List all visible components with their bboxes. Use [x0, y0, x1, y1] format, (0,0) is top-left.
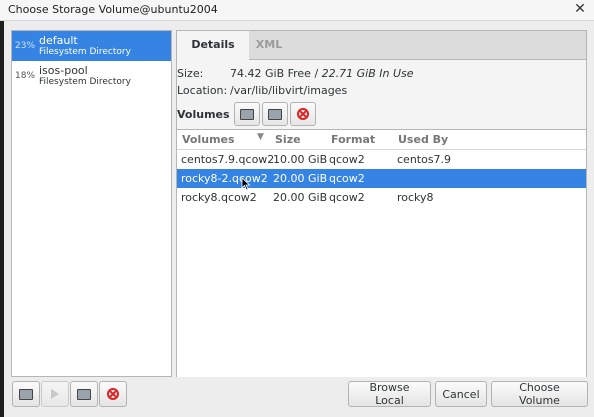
column-header-volumes[interactable]: Volumes [182, 133, 235, 146]
table-row[interactable]: rocky8.qcow2 20.00 GiB qcow2 rocky8 [177, 188, 586, 207]
tab-bar: Details XML [177, 31, 586, 60]
volume-format: qcow2 [329, 153, 365, 166]
pool-usage-percent: 23% [15, 41, 36, 51]
column-header-used-by[interactable]: Used By [398, 133, 448, 146]
volume-size: 10.00 GiB [273, 153, 328, 166]
delete-pool-icon [107, 388, 119, 400]
size-separator: / [310, 67, 322, 80]
window-title: Choose Storage Volume@ubuntu2004 [8, 3, 218, 16]
details-notebook: Details XML Size: 74.42 GiB Free / 22.71… [176, 30, 587, 377]
pool-name: default [39, 34, 78, 47]
volumes-label: Volumes [177, 108, 230, 121]
volume-format: qcow2 [329, 172, 365, 185]
in-use-space: 22.71 GiB In Use [321, 67, 414, 80]
location-label: Location: [177, 84, 228, 97]
delete-icon [297, 108, 309, 120]
window-edge [0, 21, 4, 417]
new-volume-icon [240, 108, 254, 120]
volume-name: centos7.9.qcow2 [181, 153, 275, 166]
new-volume-button[interactable] [234, 102, 260, 126]
pool-type: Filesystem Directory [39, 47, 131, 57]
refresh-volumes-button[interactable] [262, 102, 288, 126]
free-space: 74.42 GiB Free [230, 67, 311, 80]
stop-pool-icon [77, 388, 91, 400]
pool-item-isos-pool[interactable]: 18% isos-pool Filesystem Directory [12, 61, 171, 91]
table-row[interactable]: rocky8-2.qcow2 20.00 GiB qcow2 [177, 169, 586, 188]
delete-volume-button[interactable] [290, 102, 316, 126]
browse-local-button[interactable]: Browse Local [348, 381, 431, 407]
start-pool-icon [51, 389, 59, 399]
title-bar: Choose Storage Volume@ubuntu2004 ✕ [0, 0, 594, 21]
cancel-button[interactable]: Cancel [435, 381, 487, 407]
pool-usage-percent: 18% [15, 71, 36, 81]
close-icon[interactable]: ✕ [572, 1, 588, 17]
add-pool-button[interactable] [12, 381, 40, 407]
volume-table: Volumes ▼ Size Format Used By centos7.9.… [177, 129, 586, 377]
volume-used-by: rocky8 [397, 191, 434, 204]
tab-xml[interactable]: XML [249, 31, 289, 59]
pool-name: isos-pool [39, 64, 88, 77]
table-header: Volumes ▼ Size Format Used By [177, 130, 586, 150]
volume-used-by: centos7.9 [397, 153, 452, 166]
volume-size: 20.00 GiB [273, 191, 328, 204]
volume-size: 20.00 GiB [273, 172, 328, 185]
choose-volume-button[interactable]: Choose Volume [491, 381, 588, 407]
stop-pool-button[interactable] [70, 381, 98, 407]
pool-item-default[interactable]: 23% default Filesystem Directory [12, 31, 171, 61]
size-label: Size: [177, 67, 204, 80]
delete-pool-button[interactable] [99, 381, 127, 407]
column-header-format[interactable]: Format [331, 133, 375, 146]
refresh-icon [268, 108, 282, 120]
pool-type: Filesystem Directory [39, 77, 131, 87]
volume-name: rocky8-2.qcow2 [181, 172, 268, 185]
column-header-size[interactable]: Size [275, 133, 301, 146]
volume-format: qcow2 [329, 191, 365, 204]
tab-details[interactable]: Details [177, 31, 249, 60]
pool-list: 23% default Filesystem Directory 18% iso… [11, 30, 172, 377]
location-value: /var/lib/libvirt/images [230, 84, 348, 97]
sort-arrow-icon: ▼ [257, 132, 264, 142]
size-value: 74.42 GiB Free / 22.71 GiB In Use [230, 67, 414, 80]
add-pool-icon [19, 388, 33, 400]
table-row[interactable]: centos7.9.qcow2 10.00 GiB qcow2 centos7.… [177, 150, 586, 169]
volume-name: rocky8.qcow2 [181, 191, 257, 204]
start-pool-button[interactable] [41, 381, 69, 407]
